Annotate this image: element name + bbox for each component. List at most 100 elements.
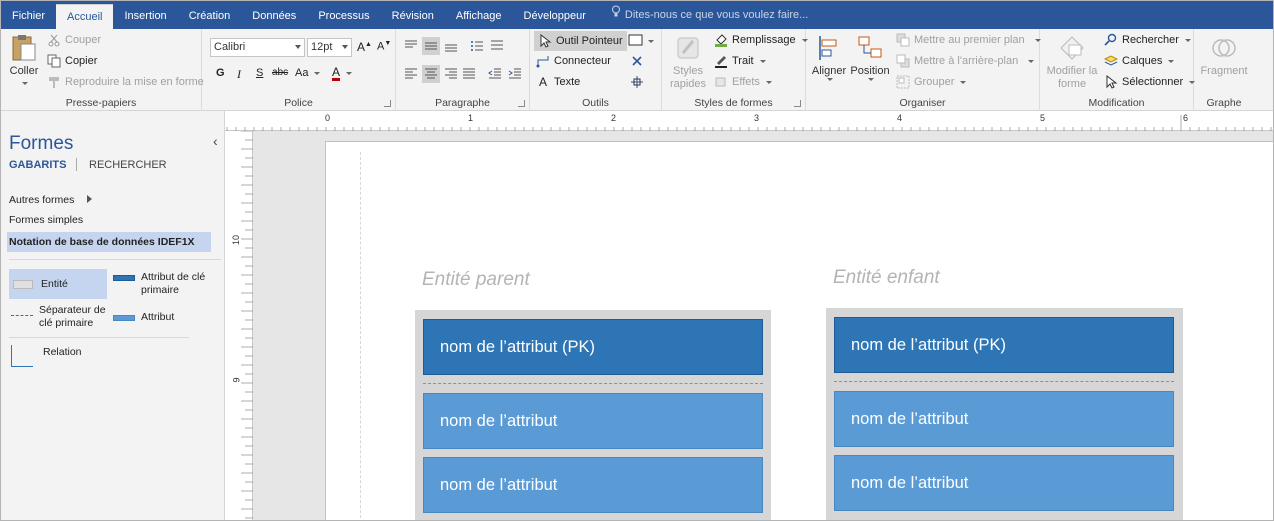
strikethrough-button[interactable]: abc: [272, 67, 288, 78]
pk-attribute-shape-icon: [113, 275, 135, 281]
parent-entity-title[interactable]: Entité parent: [422, 269, 530, 291]
bold-button[interactable]: G: [216, 67, 225, 79]
italic-button[interactable]: I: [237, 67, 241, 82]
cut-button[interactable]: Couper: [47, 33, 101, 47]
more-paragraph-icon[interactable]: [490, 39, 504, 53]
grow-font-button[interactable]: A▲: [357, 40, 372, 54]
child-entity-title[interactable]: Entité enfant: [833, 267, 940, 289]
effects-button[interactable]: Effets: [714, 75, 772, 89]
font-color-button[interactable]: A: [332, 66, 353, 81]
connection-point-button[interactable]: [630, 75, 644, 89]
text-tool-button[interactable]: A Texte: [536, 75, 580, 89]
chevron-down-icon: [960, 80, 967, 84]
align-left-icon[interactable]: [404, 67, 418, 81]
tell-me-box[interactable]: Dites-nous ce que vous voulez faire...: [597, 1, 808, 29]
effects-icon: [714, 75, 728, 89]
align-bottom-icon[interactable]: [444, 39, 458, 53]
select-label: Sélectionner: [1122, 76, 1184, 88]
tab-review[interactable]: Révision: [381, 1, 445, 29]
bring-to-front-button[interactable]: Mettre au premier plan: [896, 33, 1041, 47]
position-label: Position: [850, 65, 890, 77]
tab-home[interactable]: Accueil: [56, 4, 114, 29]
chevron-down-icon: [765, 80, 772, 84]
stencil-entity[interactable]: Entité: [9, 269, 107, 299]
align-middle-icon[interactable]: [422, 37, 440, 55]
tab-developer[interactable]: Développeur: [513, 1, 597, 29]
send-to-back-button[interactable]: Mettre à l'arrière-plan: [896, 54, 1035, 68]
child-pk-separator[interactable]: [834, 381, 1174, 382]
parent-attribute-1[interactable]: nom de l’attribut: [423, 393, 763, 449]
shape-styles-dialog-launcher-icon[interactable]: [794, 100, 801, 107]
fill-label: Remplissage: [732, 34, 796, 46]
child-attribute-2[interactable]: nom de l’attribut: [834, 455, 1174, 511]
font-dialog-launcher-icon[interactable]: [384, 100, 391, 107]
position-button[interactable]: Position: [850, 33, 890, 81]
paragraph-dialog-launcher-icon[interactable]: [518, 100, 525, 107]
attribute-shape-icon: [113, 315, 135, 321]
connector-icon: [536, 54, 550, 68]
paste-button[interactable]: Coller: [7, 33, 41, 85]
parent-entity-shape[interactable]: nom de l’attribut (PK) nom de l’attribut…: [415, 310, 771, 520]
copy-button[interactable]: Copier: [47, 54, 97, 68]
fill-button[interactable]: Remplissage: [714, 33, 808, 47]
parent-pk-separator[interactable]: [423, 383, 763, 384]
group-label: Grouper: [914, 76, 955, 88]
chevron-down-icon: [868, 78, 874, 81]
basic-shapes-item[interactable]: Formes simples: [9, 214, 83, 226]
tab-insert[interactable]: Insertion: [113, 1, 177, 29]
pointer-tool-button[interactable]: Outil Pointeur: [534, 31, 627, 51]
align-center-icon[interactable]: [422, 65, 440, 83]
align-top-icon[interactable]: [404, 39, 418, 53]
close-shape-button[interactable]: [630, 54, 644, 68]
collapse-pane-icon[interactable]: ‹: [213, 133, 218, 149]
tab-design[interactable]: Création: [178, 1, 242, 29]
select-button[interactable]: Sélectionner: [1104, 74, 1196, 89]
align-right-icon[interactable]: [444, 67, 458, 81]
bullets-icon[interactable]: [470, 39, 484, 53]
stencil-pk-separator[interactable]: Séparateur de clé primaire: [11, 304, 111, 330]
increase-indent-icon[interactable]: [508, 67, 522, 81]
layers-button[interactable]: Calques: [1103, 54, 1175, 68]
parent-attribute-2[interactable]: nom de l’attribut: [423, 457, 763, 513]
more-shapes-item[interactable]: Autres formes: [9, 194, 93, 206]
tab-search[interactable]: RECHERCHER: [89, 159, 167, 171]
stencil-pk-attribute-label: Attribut de clé primaire: [141, 271, 206, 296]
font-size-select[interactable]: 12pt: [307, 38, 352, 57]
drawing-page[interactable]: Entité parent nom de l’attribut (PK) nom…: [325, 141, 1273, 520]
decrease-indent-icon[interactable]: [488, 67, 502, 81]
quick-styles-button[interactable]: Styles rapides: [668, 33, 708, 91]
child-entity-shape[interactable]: nom de l’attribut (PK) nom de l’attribut…: [826, 308, 1183, 520]
fragment-button[interactable]: Fragment: [1198, 33, 1250, 78]
child-attribute-1[interactable]: nom de l’attribut: [834, 391, 1174, 447]
chevron-down-icon: [1028, 59, 1035, 63]
change-shape-button[interactable]: Modifier la forme: [1044, 33, 1100, 91]
tab-process[interactable]: Processus: [307, 1, 380, 29]
connector-tool-button[interactable]: Connecteur: [536, 54, 611, 68]
justify-icon[interactable]: [462, 67, 476, 81]
underline-button[interactable]: S: [256, 67, 263, 79]
idef1x-stencil-item[interactable]: Notation de base de données IDEF1X: [7, 232, 211, 252]
change-shape-icon: [1057, 33, 1087, 63]
font-name-select[interactable]: Calibri: [210, 38, 305, 57]
child-pk-attribute[interactable]: nom de l’attribut (PK): [834, 317, 1174, 373]
stencil-attribute[interactable]: Attribut: [113, 311, 217, 324]
group-shape-styles: Styles rapides Remplissage Trait Effets …: [662, 29, 808, 111]
format-painter-button[interactable]: Reproduire la mise en forme: [47, 75, 204, 89]
rectangle-tool-button[interactable]: [628, 34, 654, 48]
tab-data[interactable]: Données: [241, 1, 307, 29]
pen-icon: [714, 54, 728, 68]
stencil-relation[interactable]: Relation: [11, 345, 82, 367]
group-shapes-button[interactable]: Grouper: [896, 75, 967, 89]
align-button[interactable]: Aligner: [810, 33, 848, 81]
tab-file[interactable]: Fichier: [1, 1, 56, 29]
stencil-pk-attribute[interactable]: Attribut de clé primaire: [113, 271, 217, 297]
quick-styles-icon: [673, 33, 703, 63]
tab-view[interactable]: Affichage: [445, 1, 513, 29]
tab-stencils[interactable]: GABARITS: [9, 159, 66, 171]
find-button[interactable]: Rechercher: [1104, 33, 1191, 47]
change-case-button[interactable]: Aa: [295, 67, 321, 79]
line-button[interactable]: Trait: [714, 54, 766, 68]
drawing-canvas[interactable]: Entité parent nom de l’attribut (PK) nom…: [253, 131, 1273, 520]
parent-pk-attribute[interactable]: nom de l’attribut (PK): [423, 319, 763, 375]
shrink-font-button[interactable]: A▼: [377, 40, 391, 53]
